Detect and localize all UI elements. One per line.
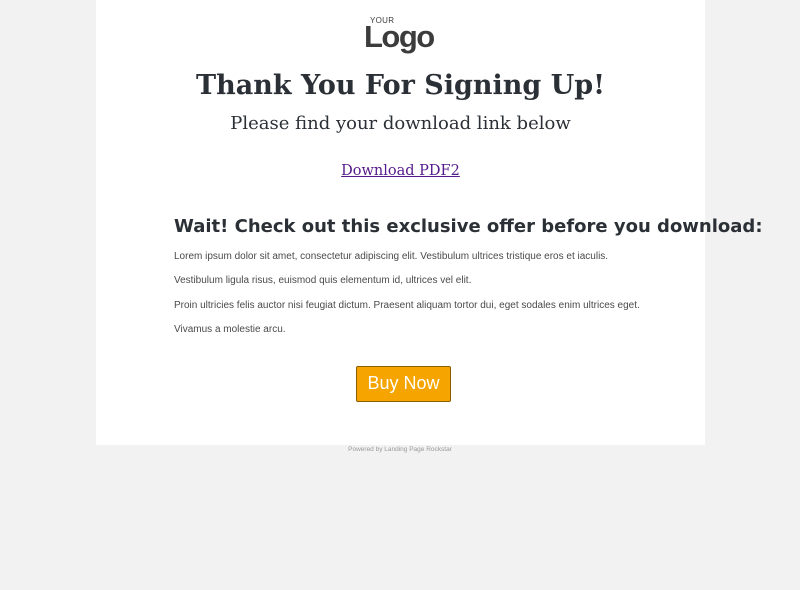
buy-now-button[interactable]: Buy Now (356, 366, 451, 402)
powered-by-footer: Powered by Landing Page Rockstar (348, 446, 452, 453)
offer-paragraph: Vivamus a molestie arcu. (174, 324, 286, 335)
offer-paragraph: Lorem ipsum dolor sit amet, consectetur … (174, 251, 609, 262)
logo: YOUR Logo (364, 16, 438, 54)
download-link-container: Download PDF2 (96, 160, 705, 182)
page-title: Thank You For Signing Up! (196, 70, 605, 101)
offer-paragraph: Vestibulum ligula risus, euismod quis el… (174, 275, 472, 286)
page-subtitle: Please find your download link below (230, 113, 571, 134)
offer-paragraph: Proin ultricies felis auctor nisi feugia… (174, 300, 640, 311)
logo-text: Logo (364, 19, 435, 54)
content-panel: YOUR Logo Thank You For Signing Up! Plea… (96, 0, 763, 445)
offer-heading: Wait! Check out this exclusive offer bef… (174, 216, 763, 237)
download-pdf-link[interactable]: Download PDF2 (341, 163, 460, 179)
